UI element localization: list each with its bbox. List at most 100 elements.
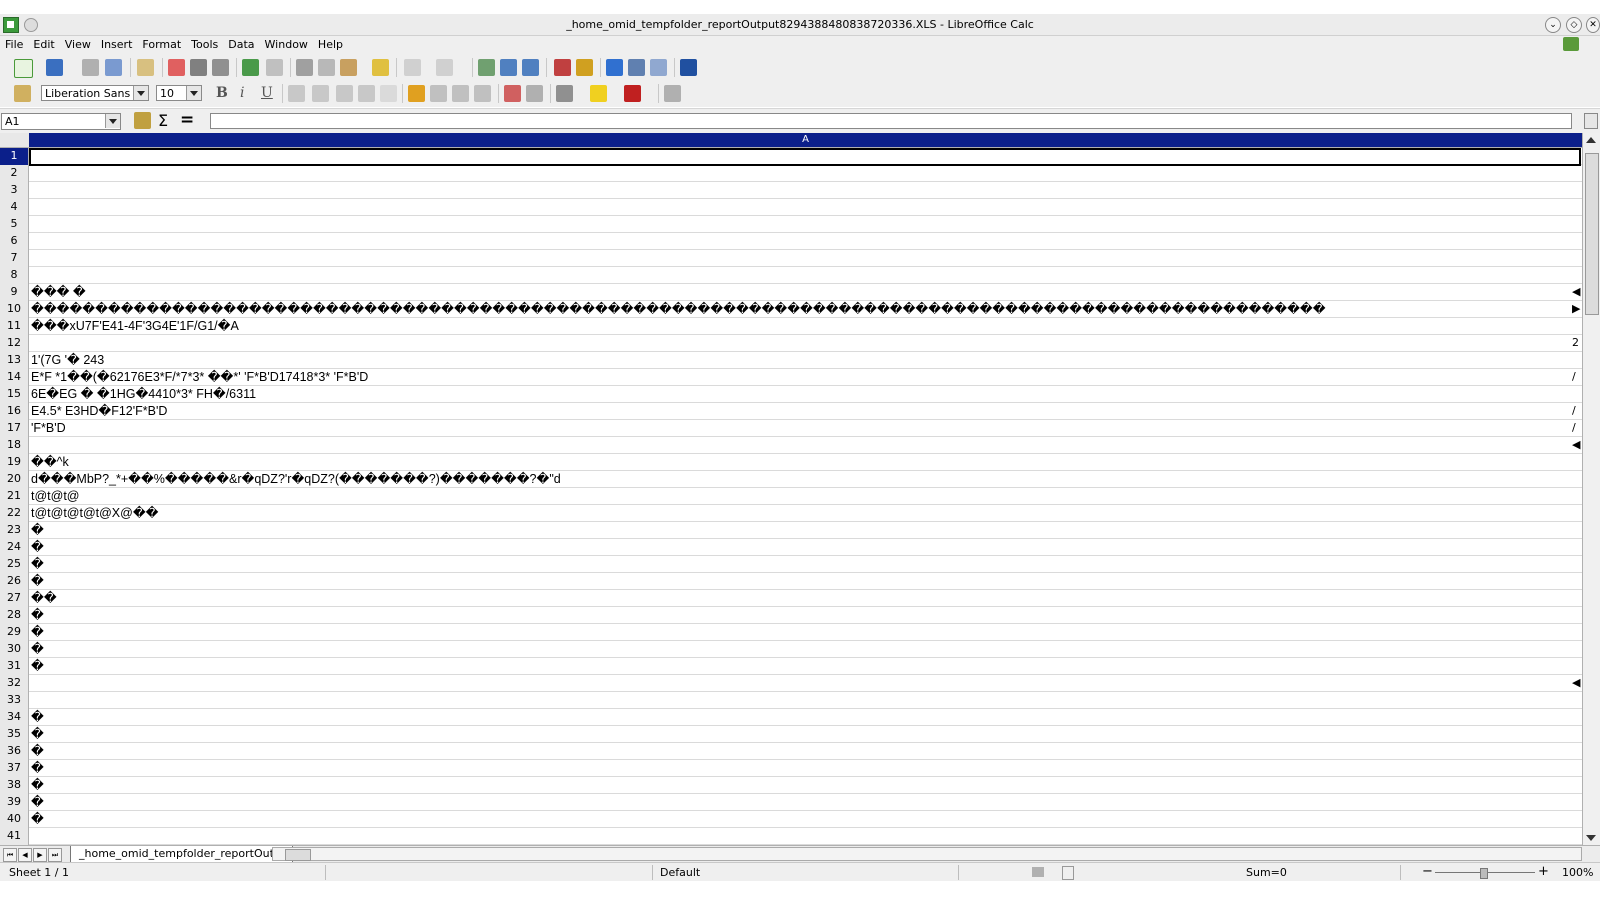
row-header[interactable]: 8 [0,267,29,284]
sort-descending-icon[interactable] [522,59,539,76]
cell-a8[interactable] [30,267,1583,283]
row-header[interactable]: 28 [0,607,29,624]
cell-a22[interactable]: t@t@t@t@t@X@�� [30,505,1583,521]
align-left-icon[interactable] [288,85,305,102]
help-icon[interactable] [680,59,697,76]
sum-icon[interactable]: Σ [158,111,168,130]
cell-a27[interactable]: �� [30,590,1583,606]
row-header[interactable]: 38 [0,777,29,794]
cell-a32[interactable] [30,675,1583,691]
add-decimal-icon[interactable] [452,85,469,102]
cell-a40[interactable]: � [30,811,1583,827]
row-header[interactable]: 3 [0,182,29,199]
cell-a13[interactable]: 1'(7G '� 243 [30,352,1583,368]
row-header[interactable]: 36 [0,743,29,760]
horizontal-scrollbar[interactable] [272,847,1582,861]
percent-format-icon[interactable] [430,85,447,102]
row-header[interactable]: 26 [0,573,29,590]
update-download-icon[interactable] [1563,37,1579,51]
font-name-box[interactable]: Liberation Sans [41,85,149,101]
row-header[interactable]: 31 [0,658,29,675]
save-icon[interactable] [46,59,63,76]
column-header-a[interactable]: A [29,133,1582,148]
font-size-box[interactable]: 10 [156,85,202,101]
menu-tools[interactable]: Tools [186,36,223,51]
vertical-scrollbar[interactable] [1582,133,1600,845]
row-header[interactable]: 40 [0,811,29,828]
row-header[interactable]: 18 [0,437,29,454]
first-sheet-icon[interactable]: ⏮ [3,848,17,862]
row-header[interactable]: 2 [0,165,29,182]
paste-icon[interactable] [340,59,357,76]
menu-help[interactable]: Help [313,36,348,51]
function-wizard-icon[interactable] [134,112,151,129]
row-header[interactable]: 29 [0,624,29,641]
zoom-level[interactable]: 100% [1562,866,1593,879]
cell-a14[interactable]: E*F *1��(�62176E3*F/*7*3* ��*' 'F*B'D174… [30,369,1583,385]
row-header[interactable]: 5 [0,216,29,233]
cell-a21[interactable]: t@t@t@ [30,488,1583,504]
last-sheet-icon[interactable]: ⏭ [48,848,62,862]
cell-a39[interactable]: � [30,794,1583,810]
cell-a26[interactable]: � [30,573,1583,589]
row-header[interactable]: 1 [0,148,29,165]
cell-a20[interactable]: d���MbP?_*+��%�����&r�qDZ?'r�qDZ?(������… [30,471,1583,487]
cell-a25[interactable]: � [30,556,1583,572]
cell-a36[interactable]: � [30,743,1583,759]
cell-a35[interactable]: � [30,726,1583,742]
row-header[interactable]: 22 [0,505,29,522]
row-header[interactable]: 35 [0,726,29,743]
show-draw-functions-icon[interactable] [576,59,593,76]
menu-edit[interactable]: Edit [28,36,59,51]
print-preview-icon[interactable] [212,59,229,76]
cell-a2[interactable] [30,165,1583,181]
next-sheet-icon[interactable]: ▶ [33,848,47,862]
toggle-grid-icon[interactable] [664,85,681,102]
row-header[interactable]: 33 [0,692,29,709]
insert-chart-icon[interactable] [554,59,571,76]
email-document-icon[interactable] [105,59,122,76]
cell-a41[interactable] [30,828,1583,844]
scroll-thumb[interactable] [1585,153,1599,315]
horizontal-scroll-thumb[interactable] [285,849,311,861]
active-cell-cursor[interactable] [29,148,1581,166]
merge-cells-icon[interactable] [380,85,397,102]
cell-a23[interactable]: � [30,522,1583,538]
new-document-icon[interactable] [14,59,33,78]
cell-a7[interactable] [30,250,1583,266]
print-icon[interactable] [190,59,207,76]
zoom-slider-knob[interactable] [1480,868,1488,879]
row-header[interactable]: 19 [0,454,29,471]
zoom-out-icon[interactable]: − [1422,864,1433,879]
cell-a9[interactable]: ��� � [30,284,1583,300]
scroll-up-icon[interactable] [1586,137,1596,143]
chevron-down-icon[interactable] [186,86,201,100]
currency-format-icon[interactable] [408,85,425,102]
decrease-indent-icon[interactable] [504,85,521,102]
expand-formula-icon[interactable] [1584,113,1598,129]
spellcheck-icon[interactable] [242,59,259,76]
formula-icon[interactable]: = [180,110,194,130]
cell-a37[interactable]: � [30,760,1583,776]
cell-a33[interactable] [30,692,1583,708]
italic-icon[interactable]: i [240,85,244,101]
name-box[interactable]: A1 [1,113,121,130]
clone-formatting-icon[interactable] [372,59,389,76]
navigator-icon[interactable] [606,59,623,76]
row-header[interactable]: 39 [0,794,29,811]
row-header[interactable]: 27 [0,590,29,607]
cell-a24[interactable]: � [30,539,1583,555]
row-header[interactable]: 30 [0,641,29,658]
chevron-down-icon[interactable] [133,86,148,100]
menu-data[interactable]: Data [223,36,259,51]
sort-ascending-icon[interactable] [500,59,517,76]
cell-a3[interactable] [30,182,1583,198]
page-style[interactable]: Default [660,866,700,879]
row-header[interactable]: 4 [0,199,29,216]
row-header[interactable]: 7 [0,250,29,267]
cut-icon[interactable] [296,59,313,76]
cell-a17[interactable]: 'F*B'D [30,420,1583,436]
row-header[interactable]: 37 [0,760,29,777]
cell-a34[interactable]: � [30,709,1583,725]
cell-a38[interactable]: � [30,777,1583,793]
